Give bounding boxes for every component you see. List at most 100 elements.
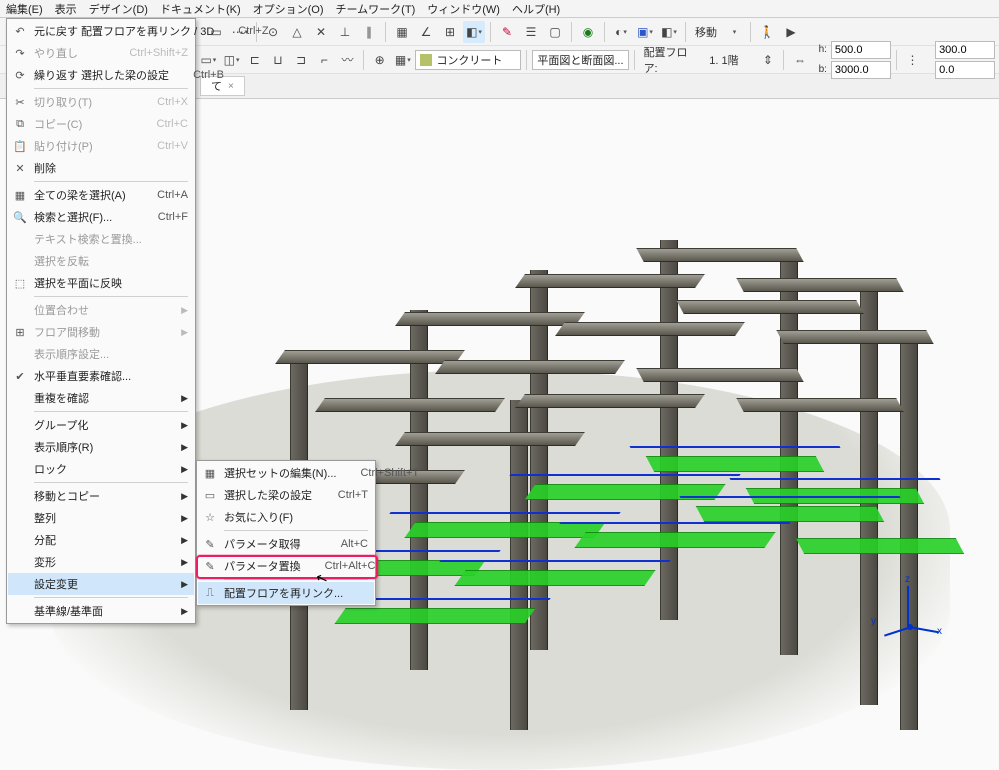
grid-toggle[interactable]: ▦ [391, 21, 413, 43]
edit-menu-item-15-label: 位置合わせ [34, 302, 174, 318]
edit-menu-item-2-shortcut: Ctrl+B [193, 69, 224, 81]
active-tool[interactable]: ◧ [463, 21, 485, 43]
submenu-arrow-icon: ▶ [180, 393, 188, 404]
edit-menu-item-7[interactable]: ✕削除 [8, 157, 194, 179]
edit-menu-item-12-label: 選択を反転 [34, 253, 188, 269]
edit-menu-item-9[interactable]: ▦全ての梁を選択(A)Ctrl+A [8, 184, 194, 206]
edit-menu-item-5-shortcut: Ctrl+C [157, 118, 188, 130]
record-icon[interactable]: ▶ [780, 21, 802, 43]
material-swatch [420, 54, 432, 66]
snap-mid[interactable]: △ [286, 21, 308, 43]
submenu-arrow-icon: ▶ [180, 327, 188, 338]
settings-submenu-item-4[interactable]: ✎パラメータ取得Alt+C [198, 533, 374, 555]
menu-help[interactable]: ヘルプ(H) [512, 1, 560, 17]
settings-submenu-item-7-label: 配置フロアを再リンク... [224, 585, 368, 601]
edit-menu-item-22[interactable]: 表示順序(R)▶ [8, 436, 194, 458]
submenu-arrow-icon: ▶ [180, 579, 188, 590]
edit-menu-item-4-icon: ✂ [12, 94, 28, 110]
x-input[interactable] [935, 41, 995, 59]
edit-menu-item-19[interactable]: 重複を確認▶ [8, 387, 194, 409]
walk-icon[interactable]: 🚶 [756, 21, 778, 43]
settings-submenu-item-7[interactable]: ⎍配置フロアを再リンク... [198, 582, 374, 604]
submenu-arrow-icon: ▶ [180, 464, 188, 475]
angle-snap[interactable]: ∠ [415, 21, 437, 43]
menu-teamwork[interactable]: チームワーク(T) [336, 1, 416, 17]
settings-submenu-item-1[interactable]: ▭選択した梁の設定Ctrl+T [198, 484, 374, 506]
edit-menu-item-13[interactable]: ⬚選択を平面に反映 [8, 272, 194, 294]
move-dropdown[interactable] [723, 21, 745, 43]
visual-style[interactable]: ◧ [658, 21, 680, 43]
edit-menu-item-29-icon [12, 576, 28, 592]
offset-icon: ⋮ [902, 49, 923, 71]
menu-options[interactable]: オプション(O) [253, 1, 324, 17]
menu-document[interactable]: ドキュメント(K) [160, 1, 241, 17]
align-r[interactable]: ⊐ [291, 49, 312, 71]
anchor-2[interactable]: ▦ [392, 49, 413, 71]
floor-stepper[interactable]: ⇕ [757, 49, 778, 71]
edit-menu-item-21-icon [12, 417, 28, 433]
shade-mode[interactable]: ▣ [634, 21, 656, 43]
profile-1[interactable]: ▭ [198, 49, 219, 71]
material-box[interactable]: コンクリート [415, 50, 521, 70]
view-button[interactable]: 平面図と断面図... [532, 50, 628, 70]
snap-intersect[interactable]: ✕ [310, 21, 332, 43]
submenu-arrow-icon: ▶ [180, 557, 188, 568]
edit-menu-item-28-icon [12, 554, 28, 570]
globe-icon[interactable]: ◉ [577, 21, 599, 43]
anchor-1[interactable]: ⊕ [369, 49, 390, 71]
edit-menu-item-21[interactable]: グループ化▶ [8, 414, 194, 436]
edit-menu-item-25-label: 移動とコピー [34, 488, 174, 504]
tab-1-close-icon[interactable]: × [228, 81, 234, 92]
edit-menu-item-13-icon: ⬚ [12, 275, 28, 291]
edit-menu-item-10[interactable]: 🔍検索と選択(F)...Ctrl+F [8, 206, 194, 228]
layers-icon[interactable]: ☰ [520, 21, 542, 43]
settings-submenu-item-0[interactable]: ▦選択セットの編集(N)...Ctrl+Shift+T [198, 462, 374, 484]
b-input[interactable] [831, 61, 891, 79]
edit-menu-item-17-label: 表示順序設定... [34, 346, 188, 362]
edit-menu-item-12-icon [12, 253, 28, 269]
edit-menu-item-9-shortcut: Ctrl+A [157, 189, 188, 201]
snap-perp[interactable]: ⊥ [334, 21, 356, 43]
edit-menu-item-29[interactable]: 設定変更▶ [8, 573, 194, 595]
edge-icon[interactable]: ⌐ [314, 49, 335, 71]
align-l[interactable]: ⊏ [244, 49, 265, 71]
edit-menu-item-31[interactable]: 基準線/基準面▶ [8, 600, 194, 622]
edit-menu-item-18[interactable]: ✔水平垂直要素確認... [8, 365, 194, 387]
submenu-arrow-icon: ▶ [180, 305, 188, 316]
edit-menu-item-28[interactable]: 変形▶ [8, 551, 194, 573]
menu-edit[interactable]: 編集(E) [6, 1, 43, 17]
edit-menu-item-27[interactable]: 分配▶ [8, 529, 194, 551]
submenu-arrow-icon: ▶ [180, 606, 188, 617]
edit-menu: ↶元に戻す 配置フロアを再リンク / 3DCtrl+Z↷やり直しCtrl+Shi… [6, 18, 196, 624]
menu-design[interactable]: デザイン(D) [89, 1, 148, 17]
edit-menu-item-26[interactable]: 整列▶ [8, 507, 194, 529]
move-label: 移動 [691, 24, 721, 40]
settings-submenu-item-2[interactable]: ☆お気に入り(F) [198, 506, 374, 528]
settings-submenu-item-4-shortcut: Alt+C [341, 538, 368, 550]
edit-menu-item-4-shortcut: Ctrl+X [157, 96, 188, 108]
edit-menu-item-25[interactable]: 移動とコピー▶ [8, 485, 194, 507]
ortho-icon[interactable]: ⊞ [439, 21, 461, 43]
edit-menu-item-23[interactable]: ロック▶ [8, 458, 194, 480]
edit-menu-item-9-icon: ▦ [12, 187, 28, 203]
box-icon[interactable]: ▢ [544, 21, 566, 43]
edit-menu-item-2[interactable]: ⟳繰り返す 選択した梁の設定Ctrl+B [8, 64, 194, 86]
edit-menu-item-22-icon [12, 439, 28, 455]
edit-menu-item-0[interactable]: ↶元に戻す 配置フロアを再リンク / 3DCtrl+Z [8, 20, 194, 42]
snap-parallel[interactable]: ∥ [358, 21, 380, 43]
y-input[interactable] [935, 61, 995, 79]
edit-menu-item-12: 選択を反転 [8, 250, 194, 272]
align-c[interactable]: ⊔ [267, 49, 288, 71]
profile-2[interactable]: ◫ [221, 49, 242, 71]
settings-submenu-item-2-label: お気に入り(F) [224, 509, 368, 525]
menu-window[interactable]: ウィンドウ(W) [427, 1, 500, 17]
curve-icon[interactable]: 〰 [337, 49, 358, 71]
h-input[interactable] [831, 41, 891, 59]
settings-submenu-item-0-shortcut: Ctrl+Shift+T [360, 467, 419, 479]
measure-icon[interactable]: ✎ [496, 21, 518, 43]
menu-view[interactable]: 表示 [55, 1, 77, 17]
edit-menu-item-11-icon [12, 231, 28, 247]
settings-submenu-item-5[interactable]: ✎パラメータ置換Ctrl+Alt+C [198, 555, 374, 577]
render-mode[interactable]: ◐ [610, 21, 632, 43]
axis-x-label: x [937, 626, 942, 637]
